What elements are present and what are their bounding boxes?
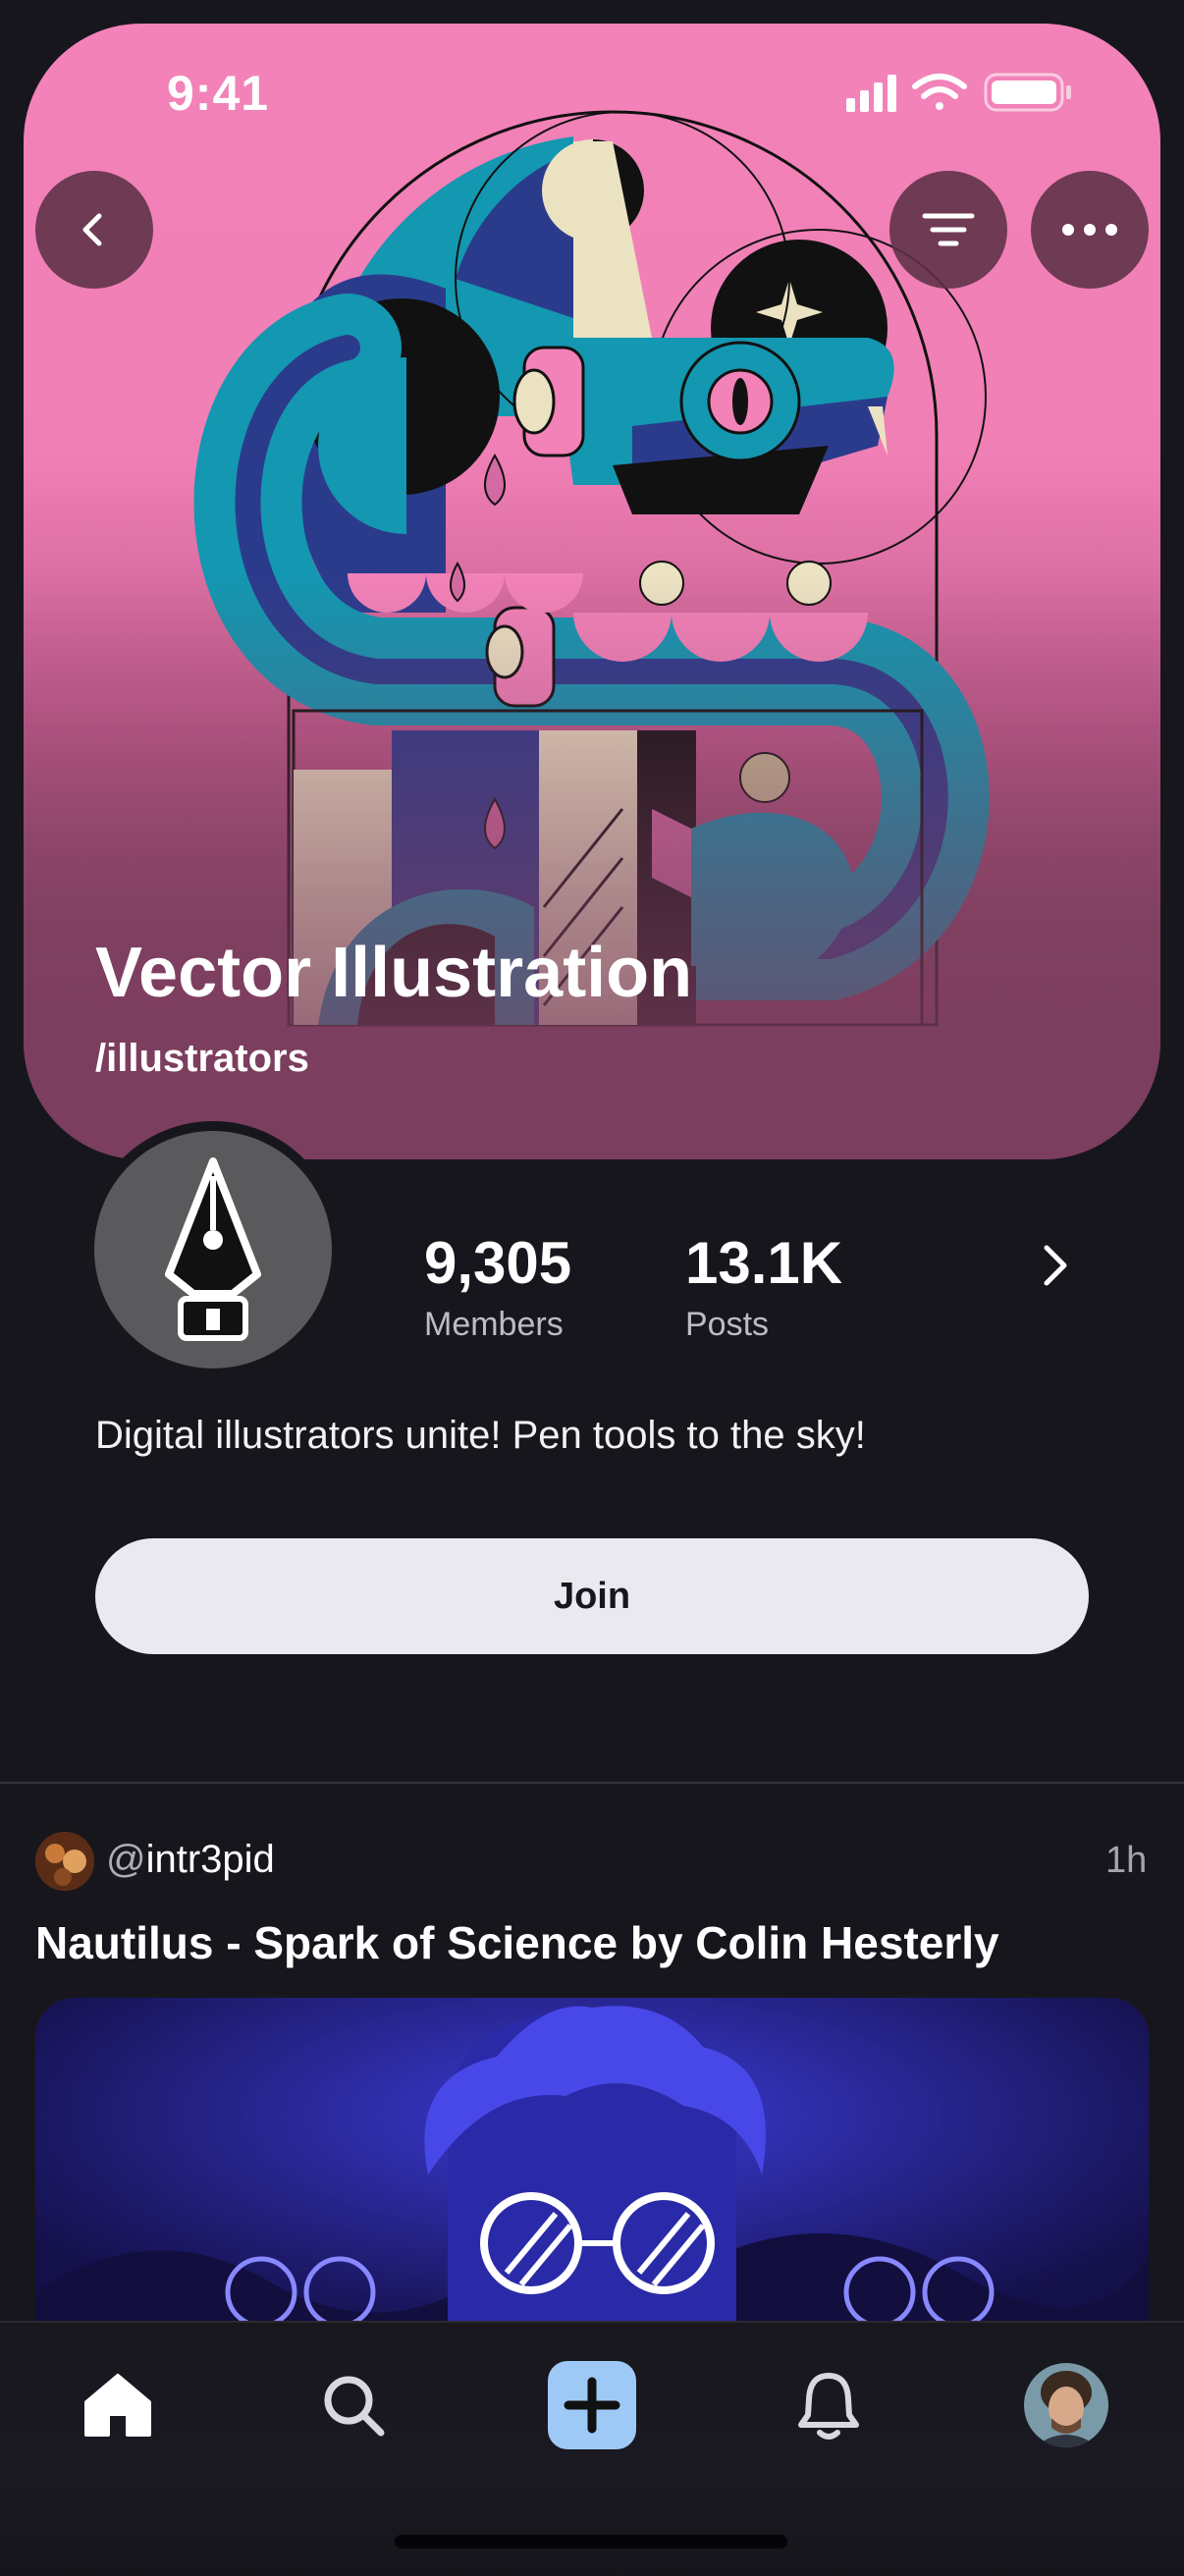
community-description: Digital illustrators unite! Pen tools to… [95, 1414, 866, 1457]
filter-icon [922, 213, 975, 246]
more-options-button[interactable] [1031, 171, 1149, 289]
community-info-button[interactable] [1021, 1231, 1090, 1300]
tab-create[interactable] [533, 2356, 651, 2454]
status-icons [846, 73, 1071, 112]
chevron-right-icon [1044, 1245, 1067, 1286]
cellular-signal-icon [846, 75, 896, 112]
bell-icon [798, 2373, 859, 2440]
tab-profile[interactable] [1007, 2356, 1125, 2454]
username-prefix: @ [106, 1838, 146, 1881]
back-button[interactable] [35, 171, 153, 289]
create-post-icon [548, 2361, 636, 2449]
posts-count: 13.1K [685, 1230, 843, 1296]
wifi-icon [912, 74, 967, 110]
post-author[interactable]: @intr3pid [106, 1838, 275, 1882]
home-icon [84, 2374, 151, 2437]
community-avatar [94, 1131, 332, 1368]
post-title[interactable]: Nautilus - Spark of Science by Colin Hes… [35, 1916, 999, 1969]
status-time: 9:41 [167, 66, 270, 121]
profile-avatar [1024, 2363, 1108, 2447]
tab-search[interactable] [295, 2356, 412, 2454]
members-count: 9,305 [424, 1230, 572, 1296]
more-horizontal-icon [1062, 224, 1117, 236]
join-button[interactable]: Join [95, 1538, 1089, 1654]
tab-home[interactable] [59, 2356, 177, 2454]
post-author-avatar[interactable] [35, 1832, 94, 1891]
posts-label: Posts [685, 1306, 770, 1343]
home-indicator [395, 2535, 787, 2549]
members-label: Members [424, 1306, 564, 1343]
section-divider [0, 1782, 1184, 1784]
filter-button[interactable] [889, 171, 1007, 289]
community-slug: /illustrators [95, 1037, 309, 1080]
community-title: Vector Illustration [95, 934, 693, 1012]
battery-icon [984, 73, 1071, 112]
pen-nib-icon [165, 1157, 261, 1341]
search-icon [324, 2376, 385, 2437]
post-timestamp: 1h [1105, 1840, 1148, 1881]
tab-notifications[interactable] [770, 2356, 888, 2454]
post-username: intr3pid [145, 1838, 275, 1881]
chevron-left-icon [82, 213, 102, 246]
